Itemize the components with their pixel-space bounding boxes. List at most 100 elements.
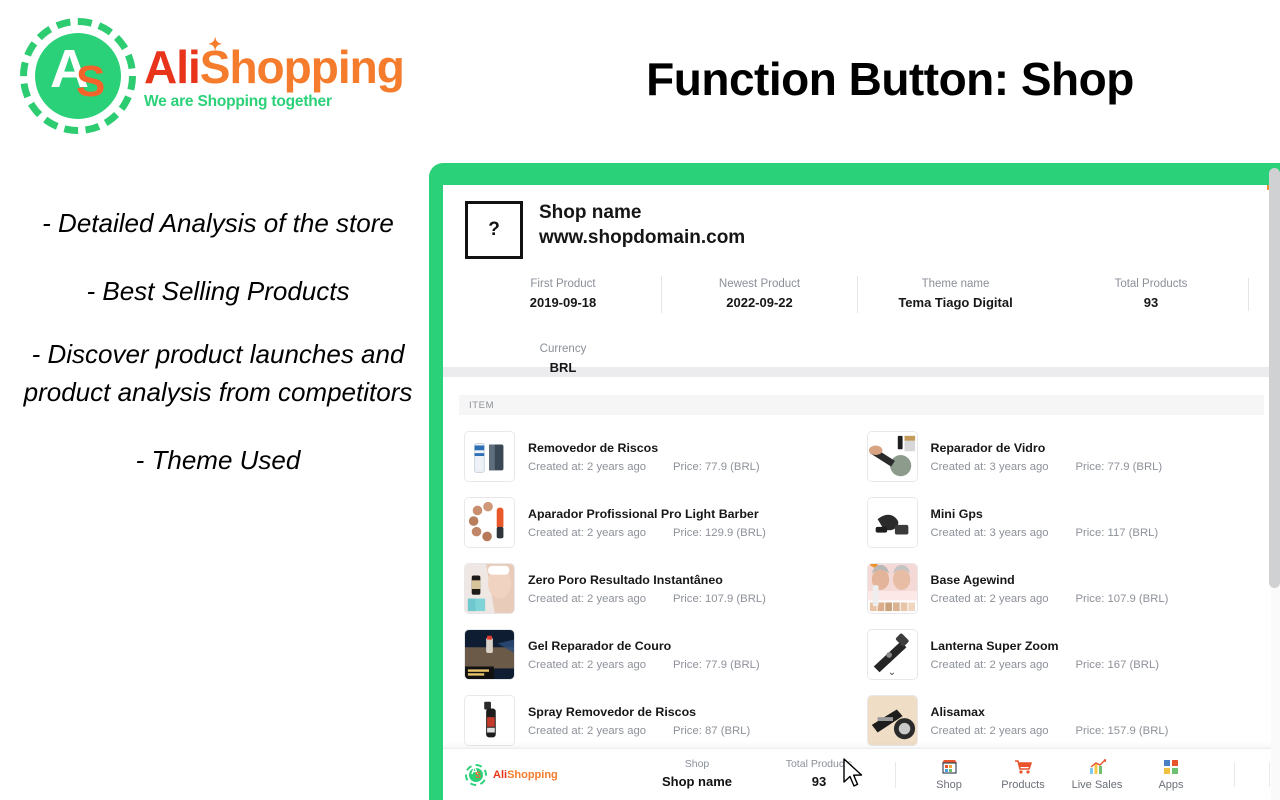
sparkle-icon: ✦: [208, 35, 222, 54]
stat-newest-product: Newest Product 2022-09-22: [661, 276, 857, 313]
product-price: Price: 107.9 (BRL): [1075, 592, 1169, 605]
bullet-item: - Discover product launches and product …: [23, 339, 413, 408]
product-title: Mini Gps: [930, 507, 983, 522]
stat-value: Shop name: [661, 773, 733, 789]
product-column-right: Reparador de Vidro Created at: 3 years a…: [862, 423, 1265, 753]
product-info: Base Agewind Created at: 2 years ago Pri…: [931, 571, 1265, 605]
apps-icon: [1134, 759, 1208, 776]
list-item[interactable]: Gel Reparador de Couro Created at: 2 yea…: [459, 621, 862, 687]
bottom-bar-divider: [1269, 762, 1270, 787]
expand-chevron-icon[interactable]: ⌄: [888, 667, 896, 678]
product-created: Created at: 2 years ago: [528, 724, 647, 737]
product-info: Reparador de Vidro Created at: 3 years a…: [931, 439, 1265, 473]
product-list-area: ITEM Removedor de Riscos Created at: 2 y…: [443, 377, 1280, 746]
logo-letter-s: S: [475, 769, 482, 780]
logo-word-shopping: Shopping: [199, 41, 405, 93]
bottom-bar-divider: [1234, 762, 1235, 787]
stat-first-product: First Product 2019-09-18: [465, 276, 661, 313]
product-info: Lanterna Super Zoom Created at: 2 years …: [931, 637, 1265, 671]
nav-item-products[interactable]: Products: [986, 759, 1060, 791]
stat-label: Total Products: [1114, 278, 1188, 290]
stat-label: Theme name: [921, 278, 990, 290]
nav-item-apps[interactable]: Apps: [1134, 759, 1208, 791]
product-title: Base Agewind: [930, 573, 1015, 588]
list-item[interactable]: Zero Poro Resultado Instantâneo Created …: [459, 555, 862, 621]
stats-divider: [1248, 278, 1249, 311]
product-created: Created at: 2 years ago: [930, 592, 1049, 605]
shop-logo-placeholder: ?: [465, 201, 523, 259]
product-meta: Created at: 2 years ago Price: 87 (BRL): [528, 725, 862, 737]
product-thumbnail: [464, 694, 515, 746]
product-thumbnail: [866, 694, 918, 746]
nav-label: Live Sales: [1071, 778, 1123, 791]
product-info: Mini Gps Created at: 3 years ago Price: …: [931, 505, 1265, 539]
product-meta: Created at: 3 years ago Price: 77.9 (BRL…: [931, 461, 1265, 473]
list-item[interactable]: Base Agewind Created at: 2 years ago Pri…: [862, 555, 1265, 621]
product-title: Removedor de Riscos: [528, 441, 659, 456]
list-item[interactable]: Spray Removedor de Riscos Created at: 2 …: [459, 687, 862, 753]
product-created: Created at: 2 years ago: [528, 592, 647, 605]
store-icon: [912, 759, 986, 776]
logo-word-ali: Ali: [144, 41, 201, 93]
slide-root: A S AliShopping ✦ We are Shopping togeth…: [0, 0, 1280, 800]
list-item[interactable]: Reparador de Vidro Created at: 3 years a…: [862, 423, 1265, 489]
product-created: Created at: 2 years ago: [528, 658, 647, 671]
list-column-header: ITEM: [459, 395, 1264, 415]
product-title: Reparador de Vidro: [930, 441, 1046, 456]
product-meta: Created at: 2 years ago Price: 107.9 (BR…: [528, 593, 862, 605]
shop-name: Shop name: [539, 202, 642, 223]
product-created: Created at: 2 years ago: [528, 526, 647, 539]
stat-value: BRL: [549, 360, 577, 375]
page-scrollbar-thumb[interactable]: [1269, 168, 1280, 588]
alishopping-logo: A S AliShopping ✦ We are Shopping togeth…: [14, 14, 414, 134]
logo-wordmark: AliShopping ✦ We are Shopping together: [144, 36, 405, 111]
product-created: Created at: 3 years ago: [930, 460, 1049, 473]
list-item[interactable]: Mini Gps Created at: 3 years ago Price: …: [862, 489, 1265, 555]
chart-icon: [1060, 759, 1134, 776]
list-item[interactable]: Aparador Profissional Pro Light Barber C…: [459, 489, 862, 555]
product-column-left: Removedor de Riscos Created at: 2 years …: [459, 423, 862, 753]
bullet-item: - Detailed Analysis of the store: [42, 208, 394, 238]
product-thumbnail: [866, 562, 918, 614]
product-price: Price: 167 (BRL): [1075, 658, 1160, 671]
product-price: Price: 107.9 (BRL): [673, 592, 766, 605]
product-meta: Created at: 2 years ago Price: 77.9 (BRL…: [528, 659, 862, 671]
mouse-cursor: [843, 758, 865, 790]
product-meta: Created at: 2 years ago Price: 167 (BRL): [931, 659, 1265, 671]
stat-label: First Product: [530, 278, 596, 290]
product-title: Gel Reparador de Couro: [528, 639, 672, 654]
stat-value: 93: [1143, 295, 1159, 311]
logo-wordmark: AliShopping: [493, 769, 558, 781]
shop-domain: www.shopdomain.com: [539, 226, 746, 248]
product-created: Created at: 2 years ago: [930, 658, 1049, 671]
stat-value: 2022-09-22: [726, 295, 793, 311]
nav-item-shop[interactable]: Shop: [912, 759, 986, 791]
product-price: Price: 77.9 (BRL): [673, 658, 760, 671]
shop-stats-row-1: First Product 2019-09-18 Newest Product …: [465, 276, 1260, 313]
product-title: Alisamax: [930, 705, 985, 720]
product-meta: Created at: 2 years ago Price: 107.9 (BR…: [931, 593, 1265, 605]
product-title: Zero Poro Resultado Instantâneo: [528, 573, 723, 588]
logo-word-shopping: Shopping: [507, 768, 558, 781]
stat-total-products: Total Products 93: [1053, 276, 1249, 313]
product-info: Zero Poro Resultado Instantâneo Created …: [528, 571, 862, 605]
product-price: Price: 129.9 (BRL): [673, 526, 766, 539]
shop-identity: ? Shop name www.shopdomain.com: [465, 201, 1260, 259]
product-meta: Created at: 2 years ago Price: 157.9 (BR…: [931, 725, 1265, 737]
list-item[interactable]: Removedor de Riscos Created at: 2 years …: [459, 423, 862, 489]
product-thumbnail: [464, 628, 515, 680]
product-price: Price: 77.9 (BRL): [673, 460, 760, 473]
bottom-bar-logo: A S AliShopping: [443, 763, 635, 786]
product-info: Removedor de Riscos Created at: 2 years …: [528, 439, 862, 473]
bottom-stat-shop: Shop Shop name: [635, 757, 759, 791]
stat-label: Currency: [539, 342, 587, 355]
logo-word-ali: Ali: [493, 768, 508, 781]
nav-item-live-sales[interactable]: Live Sales: [1060, 759, 1134, 791]
list-item[interactable]: ⌄ Lanterna Super Zoom Created at: 2 year…: [862, 621, 1265, 687]
product-title: Lanterna Super Zoom: [930, 639, 1059, 654]
product-title: Spray Removedor de Riscos: [528, 705, 697, 720]
nav-label: Shop: [936, 778, 962, 791]
product-price: Price: 87 (BRL): [673, 724, 751, 737]
list-item[interactable]: Alisamax Created at: 2 years ago Price: …: [862, 687, 1265, 753]
product-created: Created at: 2 years ago: [930, 724, 1049, 737]
